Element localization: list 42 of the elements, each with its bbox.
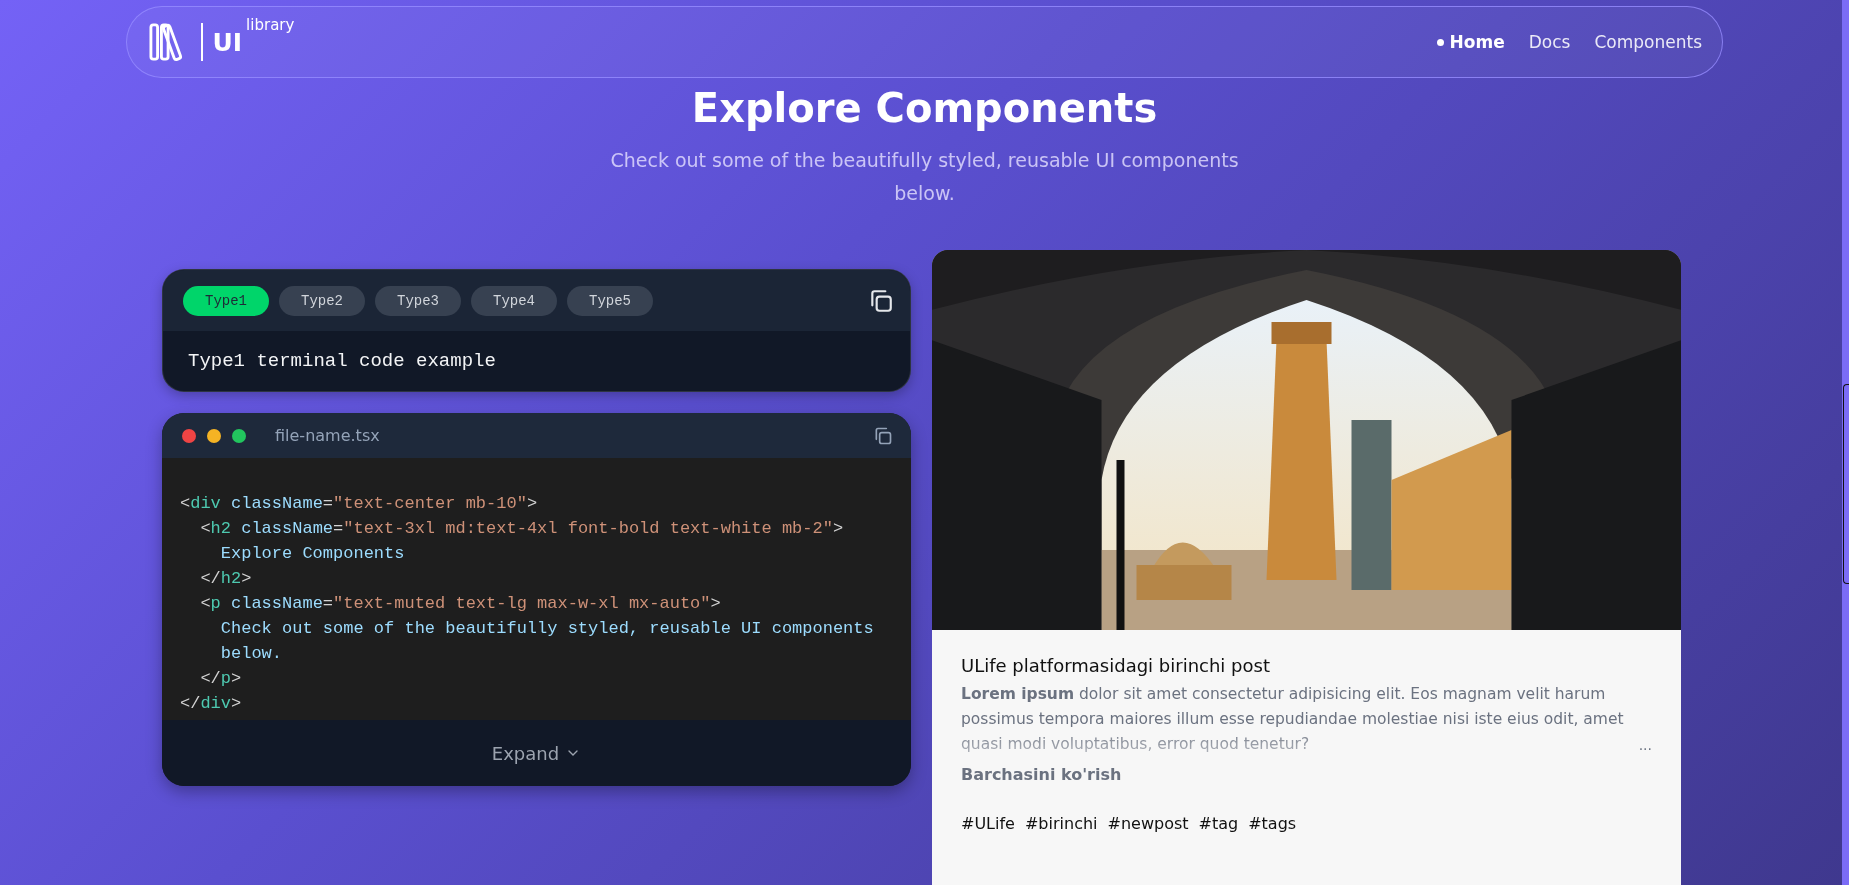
code-line: Check out some of the beautifully styled, reusable UI components: [219, 618, 875, 640]
file-name: file-name.tsx: [275, 426, 380, 445]
copy-button[interactable]: [868, 287, 894, 314]
code-line: below.: [219, 643, 284, 665]
hashtag-link[interactable]: #tag: [1198, 814, 1239, 833]
active-dot-icon: [1436, 38, 1444, 46]
tab[interactable]: Type5: [567, 285, 653, 316]
nav-link[interactable]: Components: [1594, 32, 1702, 52]
code-line: <div className="text-center mb-10">: [180, 493, 539, 515]
tab[interactable]: Type2: [279, 285, 365, 316]
code-line: <h2 className="text-3xl md:text-4xl font-bold text-white mb-2">: [199, 518, 845, 540]
ellipsis-text: ...: [1638, 737, 1652, 755]
hashtag-link[interactable]: #ULife: [961, 814, 1015, 833]
expand-button[interactable]: Expand: [485, 741, 588, 765]
read-more-link[interactable]: Barchasini ko'rish: [961, 765, 1652, 784]
nav-link[interactable]: Home: [1436, 32, 1505, 52]
logo-superscript: library: [246, 16, 295, 34]
logo-text: UI: [212, 27, 243, 57]
tab[interactable]: Type4: [471, 285, 557, 316]
page-subtitle: Check out some of the beautifully styled, reusable UI components below.: [609, 148, 1240, 206]
window-control-icon[interactable]: [207, 428, 221, 443]
hashtag-link[interactable]: #birinchi: [1024, 814, 1098, 833]
terminal-output: Type1 terminal code example: [188, 350, 496, 372]
tab[interactable]: Type1: [183, 285, 269, 316]
scrollbar[interactable]: [1842, 0, 1849, 885]
window-control-icon[interactable]: [182, 428, 196, 443]
code-line: Explore Components: [219, 543, 406, 565]
window-control-icon[interactable]: [232, 428, 246, 443]
code-line: </p>: [199, 668, 243, 690]
copy-icon: [868, 287, 894, 314]
post-excerpt: Lorem ipsum dolor sit amet consectetur adipisicing elit. Eos magnam velit harum possimus tempora maiores illum esse repudiandae molestiae nisi iste eius odit, amet quasi modi voluptatibus, error quod tenetur?: [961, 684, 1625, 755]
copy-icon: [873, 425, 893, 446]
code-line: </div>: [180, 693, 243, 715]
nav-link[interactable]: Docs: [1528, 32, 1571, 52]
post-title: ULife platformasidagi birinchi post: [961, 654, 1271, 678]
hashtag-link[interactable]: #tags: [1248, 814, 1297, 833]
copy-button[interactable]: [873, 425, 893, 446]
code-line: <p className="text-muted text-lg max-w-xl mx-auto">: [199, 593, 722, 615]
page-title: Explore Components: [691, 84, 1158, 133]
code-line: </h2>: [199, 568, 253, 590]
hashtag-link[interactable]: #newpost: [1107, 814, 1189, 833]
tab[interactable]: Type3: [375, 285, 461, 316]
